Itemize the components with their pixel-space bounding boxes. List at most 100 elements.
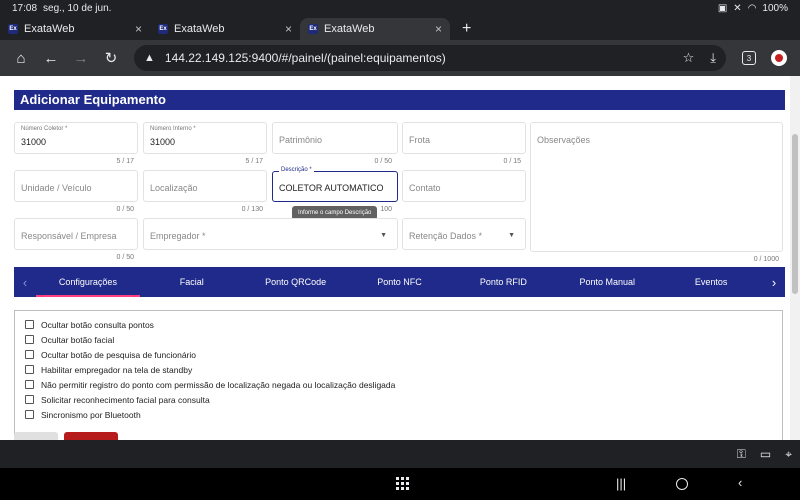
tab-ponto-qrcode[interactable]: Ponto QRCode	[244, 267, 348, 297]
localizacao-placeholder: Localização	[150, 183, 198, 193]
tab-ponto-rfid[interactable]: Ponto RFID	[451, 267, 555, 297]
recents-icon[interactable]: |||	[616, 476, 626, 491]
numero-interno-label: Número Interno *	[150, 126, 196, 132]
empregador-placeholder: Empregador *	[150, 231, 206, 241]
status-time: 17:08	[12, 2, 38, 14]
browser-tab[interactable]: Ex ExataWeb ×	[0, 18, 150, 40]
descricao-field[interactable]: Descrição * COLETOR AUTOMATICO	[272, 167, 398, 202]
tab-ponto-nfc[interactable]: Ponto NFC	[348, 267, 452, 297]
checkbox[interactable]	[25, 365, 34, 374]
numero-interno-field[interactable]: Número Interno * 31000	[143, 122, 267, 154]
tab-configuracoes[interactable]: Configurações	[36, 267, 140, 297]
localizacao-field[interactable]: Localização	[143, 170, 267, 202]
home-icon[interactable]: ⌂	[6, 43, 36, 73]
profile-button[interactable]	[764, 43, 794, 73]
responsavel-placeholder: Responsável / Empresa	[21, 231, 117, 241]
numero-coletor-label: Número Coletor *	[21, 126, 68, 132]
system-nav-bar: ||| ‹	[0, 468, 800, 500]
frota-placeholder: Frota	[409, 135, 431, 145]
responsavel-counter: 0 / 50	[116, 254, 134, 261]
new-tab-button[interactable]: +	[450, 18, 483, 40]
tab-facial[interactable]: Facial	[140, 267, 244, 297]
empregador-select[interactable]: Empregador * ▼	[143, 218, 398, 250]
location-pin-icon[interactable]: ⌖	[785, 447, 792, 462]
config-option-label: Sincronismo por Bluetooth	[41, 409, 141, 420]
numero-interno-value: 31000	[150, 137, 176, 147]
nav-back-icon[interactable]: ‹	[738, 475, 742, 490]
status-date: seg., 10 de jun.	[43, 2, 112, 14]
home-button-icon[interactable]	[676, 478, 688, 490]
tab-switcher-button[interactable]: 3	[734, 43, 764, 73]
save-button[interactable]	[64, 432, 118, 440]
tab-ponto-manual[interactable]: Ponto Manual	[555, 267, 659, 297]
browser-tab-active[interactable]: Ex ExataWeb ×	[300, 18, 450, 40]
close-tab-icon[interactable]: ×	[135, 22, 142, 36]
config-option-label: Ocultar botão de pesquisa de funcionário	[41, 349, 196, 360]
config-option[interactable]: Ocultar botão facial	[25, 332, 782, 347]
scrollbar[interactable]	[790, 76, 800, 440]
retencao-placeholder: Retenção Dados *	[409, 231, 483, 241]
numero-coletor-field[interactable]: Número Coletor * 31000	[14, 122, 138, 154]
tabs-next-icon[interactable]: ›	[763, 267, 785, 297]
config-panel: Ocultar botão consulta pontos Ocultar bo…	[14, 310, 783, 440]
tab-title: ExataWeb	[24, 23, 75, 35]
back-icon[interactable]: ←	[36, 43, 66, 73]
checkbox[interactable]	[25, 335, 34, 344]
config-option-label: Ocultar botão facial	[41, 334, 115, 345]
config-option-label: Ocultar botão consulta pontos	[41, 319, 154, 330]
numero-coletor-value: 31000	[21, 137, 47, 147]
numero-interno-counter: 5 / 17	[245, 158, 263, 165]
patrimonio-field[interactable]: Patrimônio	[272, 122, 398, 154]
unidade-placeholder: Unidade / Veículo	[21, 183, 92, 193]
reload-icon[interactable]: ↻	[96, 43, 126, 73]
tabs-prev-icon[interactable]: ‹	[14, 267, 36, 297]
checkbox[interactable]	[25, 395, 34, 404]
config-option[interactable]: Solicitar reconhecimento facial para con…	[25, 392, 782, 407]
close-tab-icon[interactable]: ×	[435, 22, 442, 36]
page-title: Adicionar Equipamento	[14, 90, 785, 110]
star-icon[interactable]: ☆	[683, 50, 695, 66]
checkbox[interactable]	[25, 350, 34, 359]
config-option[interactable]: Ocultar botão de pesquisa de funcionário	[25, 347, 782, 362]
scrollbar-thumb[interactable]	[792, 134, 798, 294]
browser-bottom-bar: ⚿ ▭ ⌖	[0, 440, 800, 468]
dropdown-arrow-icon: ▼	[508, 232, 515, 239]
checkbox[interactable]	[25, 380, 34, 389]
url-field[interactable]: ▲ 144.22.149.125:9400/#/painel/(painel:e…	[134, 45, 726, 71]
tab-eventos[interactable]: Eventos	[659, 267, 763, 297]
address-bar: ⌂ ← → ↻ ▲ 144.22.149.125:9400/#/painel/(…	[0, 40, 800, 76]
card-icon[interactable]: ▭	[760, 447, 771, 461]
patrimonio-counter: 0 / 50	[374, 158, 392, 165]
cancel-button[interactable]	[14, 432, 58, 440]
forward-icon[interactable]: →	[66, 43, 96, 73]
app-drawer-icon[interactable]	[396, 477, 409, 490]
key-icon[interactable]: ⚿	[737, 447, 746, 462]
download-icon[interactable]: ⤓	[710, 50, 716, 66]
frota-field[interactable]: Frota	[402, 122, 526, 154]
checkbox[interactable]	[25, 410, 34, 419]
config-option[interactable]: Sincronismo por Bluetooth	[25, 407, 782, 422]
battery-level: 100%	[762, 2, 788, 14]
avatar	[771, 50, 787, 66]
not-secure-icon[interactable]: ▲	[144, 52, 155, 64]
config-option[interactable]: Habilitar empregador na tela de standby	[25, 362, 782, 377]
tab-count: 3	[742, 51, 756, 65]
observacoes-counter: 0 / 1000	[753, 256, 779, 263]
contato-field[interactable]: Contato	[402, 170, 526, 202]
unidade-counter: 0 / 50	[116, 206, 134, 213]
page-content: Adicionar Equipamento Número Coletor * 3…	[0, 76, 800, 440]
mute-icon: ✕	[733, 2, 742, 14]
observacoes-textarea[interactable]: Observações	[530, 122, 783, 252]
descricao-label: Descrição *	[279, 167, 314, 173]
config-option[interactable]: Ocultar botão consulta pontos	[25, 317, 782, 332]
responsavel-empresa-field[interactable]: Responsável / Empresa	[14, 218, 138, 250]
config-option[interactable]: Não permitir registro do ponto com permi…	[25, 377, 782, 392]
retencao-dados-select[interactable]: Retenção Dados * ▼	[402, 218, 526, 250]
tab-title: ExataWeb	[174, 23, 225, 35]
descricao-value: COLETOR AUTOMATICO	[279, 183, 384, 193]
status-icons: ▣ ✕ ◠ 100%	[718, 3, 788, 14]
checkbox[interactable]	[25, 320, 34, 329]
browser-tab[interactable]: Ex ExataWeb ×	[150, 18, 300, 40]
unidade-veiculo-field[interactable]: Unidade / Veículo	[14, 170, 138, 202]
close-tab-icon[interactable]: ×	[285, 22, 292, 36]
